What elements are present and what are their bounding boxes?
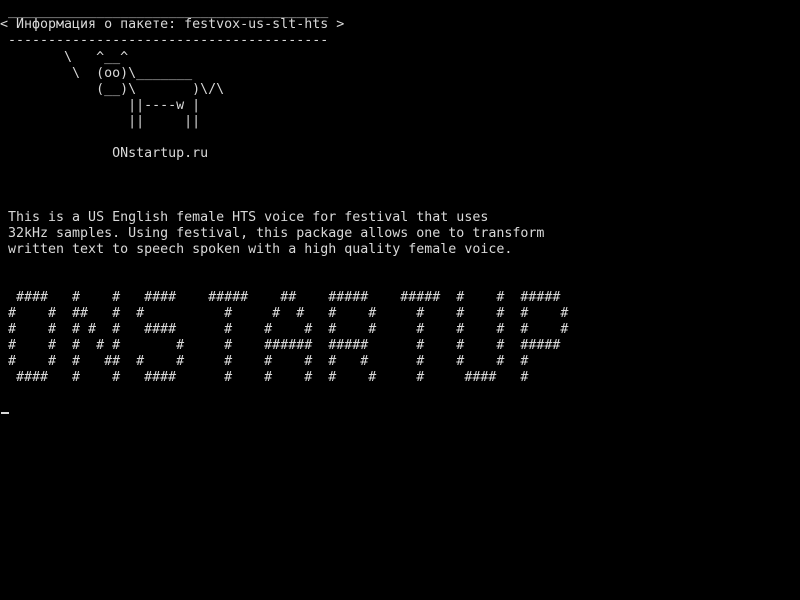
site-label: ONstartup.ru bbox=[0, 146, 209, 161]
banner-art-line: # # # # # #### # # # # # # # # # # bbox=[0, 322, 569, 337]
cow-art-line: || || bbox=[0, 114, 201, 129]
description-line: written text to speech spoken with a hig… bbox=[0, 242, 513, 257]
banner-art-line: #### # # #### # # # # # # #### # bbox=[0, 370, 529, 385]
terminal-console: ________________________________________… bbox=[0, 0, 800, 600]
cow-art-line: (__)\ )\/\ bbox=[0, 82, 225, 97]
cow-art-line: ||----w | bbox=[0, 98, 201, 113]
text-cursor[interactable] bbox=[1, 412, 9, 414]
banner-art-line: # # # ## # # # # # # # # # # # bbox=[0, 354, 529, 369]
banner-art-line: # # # # # # # ###### ##### # # # ##### bbox=[0, 338, 561, 353]
description-line: 32kHz samples. Using festival, this pack… bbox=[0, 226, 545, 241]
cowsay-border-bottom: ---------------------------------------- bbox=[0, 33, 329, 48]
banner-art-line: #### # # #### ##### ## ##### ##### # # #… bbox=[0, 290, 561, 305]
banner-art-line: # # ## # # # # # # # # # # # # bbox=[0, 306, 569, 321]
description-line: This is a US English female HTS voice fo… bbox=[0, 210, 489, 225]
cowsay-message: < Информация о пакете: festvox-us-slt-ht… bbox=[0, 17, 345, 32]
cow-art-line: \ ^__^ bbox=[0, 50, 129, 65]
cow-art-line: \ (oo)\_______ bbox=[0, 66, 193, 81]
